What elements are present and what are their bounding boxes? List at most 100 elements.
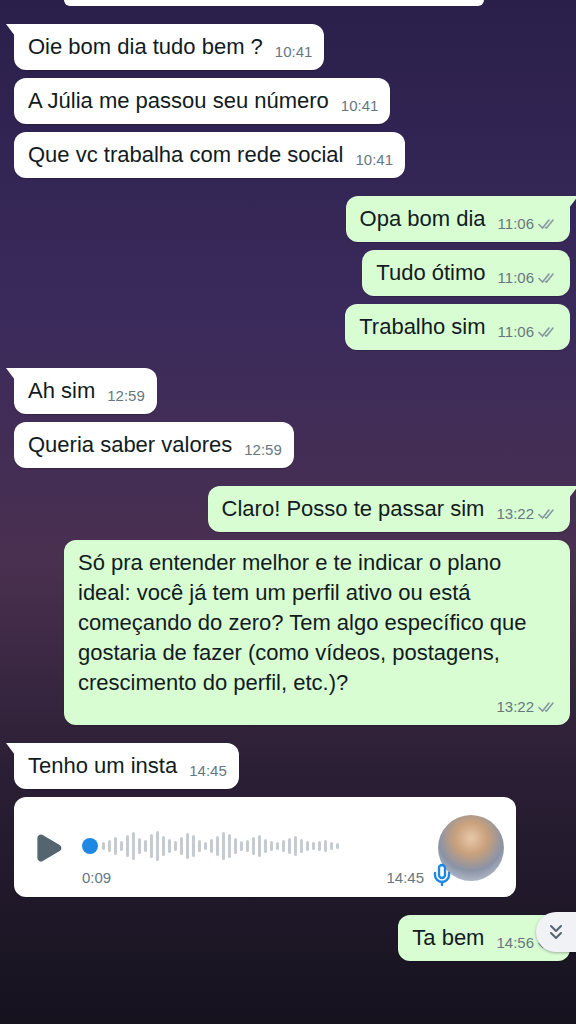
message-row: Ah sim 12:59 [14,368,570,414]
partial-bubble [64,0,484,6]
message-list: Oie bom dia tudo bem ?10:41A Júlia me pa… [0,0,576,961]
waveform-bar [138,838,141,854]
playback-dot[interactable] [82,838,98,854]
message-time: 14:45 [189,762,227,780]
waveform-bar [150,834,153,858]
waveform-bar [282,840,285,852]
message-row: 0:09 14:45 [14,797,570,897]
message-bubble[interactable]: Tudo ótimo11:06 [362,250,570,296]
waveform-bar [156,831,159,861]
message-bubble[interactable]: Que vc trabalha com rede social 10:41 [14,132,405,178]
waveform-bar [336,843,339,849]
message-row: Trabalho sim11:06 [14,304,570,350]
message-bubble[interactable]: A Júlia me passou seu número 10:41 [14,78,390,124]
message-row: Tenho um insta 14:45 [14,743,570,789]
waveform-bar [300,839,303,853]
message-text: Só pra entender melhor e te indicar o pl… [78,548,558,698]
play-icon[interactable] [28,828,68,868]
waveform-bar [258,835,261,857]
message-bubble[interactable]: Ah sim 12:59 [14,368,157,414]
waveform-bar [276,842,279,850]
message-time: 14:56 [496,934,534,952]
double-check-icon [538,271,558,285]
message-text: A Júlia me passou seu número [28,86,329,116]
waveform-bar [240,841,243,851]
message-time: 12:59 [107,387,145,405]
message-text: Oie bom dia tudo bem ? [28,32,263,62]
message-time: 11:06 [498,215,534,233]
waveform-bar [144,840,147,852]
waveform-bar [294,836,297,856]
waveform-bar [312,842,315,850]
waveform-bar [234,838,237,854]
message-text: Que vc trabalha com rede social [28,140,344,170]
message-row: Claro! Posso te passar sim 13:22 [14,486,570,532]
scroll-down-button[interactable] [536,912,576,952]
message-text: Opa bom dia [360,204,486,234]
message-row: Tudo ótimo11:06 [14,250,570,296]
mic-icon [430,863,454,887]
voice-duration: 0:09 [82,869,111,887]
message-text: Ah sim [28,376,95,406]
message-bubble[interactable]: Oie bom dia tudo bem ? 10:41 [14,24,324,70]
waveform-bar [162,836,165,856]
message-row: Que vc trabalha com rede social 10:41 [14,132,570,178]
message-row: Queria saber valores 12:59 [14,422,570,468]
double-check-icon [538,217,558,231]
message-row: A Júlia me passou seu número 10:41 [14,78,570,124]
message-row: Oie bom dia tudo bem ? 10:41 [14,24,570,70]
message-bubble[interactable]: Opa bom dia 11:06 [346,196,570,242]
double-check-icon [538,325,558,339]
message-time: 13:22 [496,505,534,523]
message-time: 13:22 [496,698,534,716]
waveform-bar [132,832,135,860]
message-text: Claro! Posso te passar sim [222,494,485,524]
message-text: Queria saber valores [28,430,232,460]
waveform-bar [186,833,189,859]
waveform-bar [264,839,267,853]
waveform-bar [228,834,231,858]
message-time: 10:41 [356,151,394,169]
message-time: 11:06 [498,323,534,341]
waveform-bar [192,835,195,857]
waveform-bar [204,842,207,850]
waveform-bar [168,839,171,853]
waveform-bar [210,839,213,853]
waveform-bar [306,841,309,851]
waveform-bar [174,841,177,851]
waveform-bar [270,841,273,851]
waveform-bar [102,842,105,850]
waveform-bar [126,835,129,857]
waveform-bar [288,838,291,854]
voice-message[interactable]: 0:09 14:45 [14,797,516,897]
message-bubble[interactable]: Claro! Posso te passar sim 13:22 [208,486,570,532]
message-row: Opa bom dia 11:06 [14,196,570,242]
message-row: Ta bem 14:56 [14,915,570,961]
message-bubble[interactable]: Trabalho sim11:06 [345,304,570,350]
message-time: 10:41 [341,97,379,115]
waveform-bar [222,832,225,860]
message-time: 11:06 [498,269,534,287]
double-check-icon [538,700,558,714]
waveform-bar [324,840,327,852]
message-time: 12:59 [244,441,282,459]
waveform-bar [318,841,321,851]
message-bubble[interactable]: Tenho um insta 14:45 [14,743,239,789]
waveform-bar [108,840,111,852]
double-check-icon [538,507,558,521]
waveform-bar [180,837,183,855]
message-text: Ta bem [412,923,484,953]
message-time: 14:45 [386,869,424,887]
waveform-bar [252,837,255,855]
message-bubble[interactable]: Queria saber valores 12:59 [14,422,294,468]
waveform-bar [114,837,117,855]
waveform[interactable] [82,829,424,863]
waveform-bar [330,842,333,850]
waveform-bar [216,836,219,856]
message-time: 10:41 [275,43,313,61]
sender-avatar [438,815,504,881]
chevrons-down-icon [544,920,568,944]
message-text: Tenho um insta [28,751,177,781]
chat-screen: Oie bom dia tudo bem ?10:41A Júlia me pa… [0,0,576,1024]
message-bubble[interactable]: Só pra entender melhor e te indicar o pl… [64,540,570,725]
